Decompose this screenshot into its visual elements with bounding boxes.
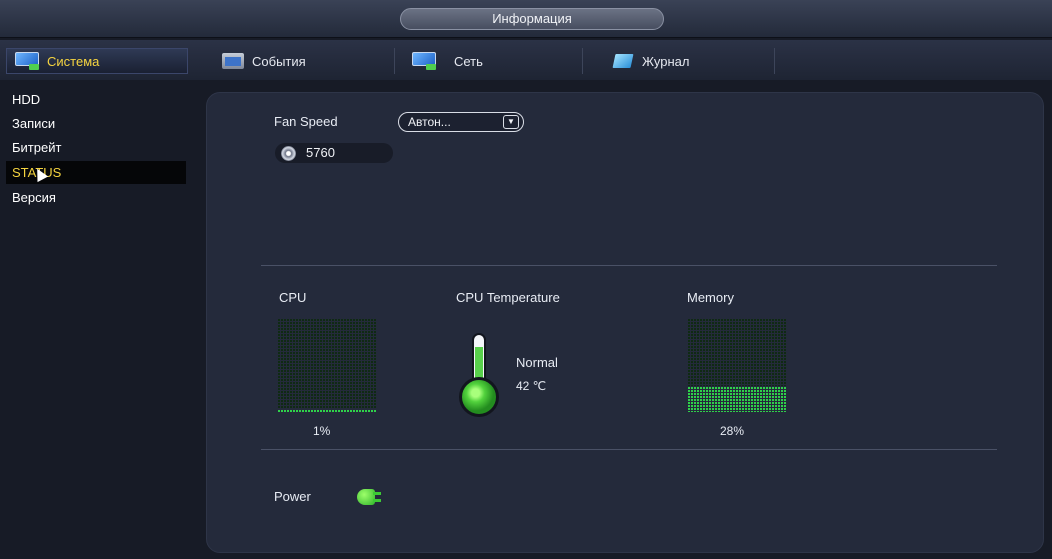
status-panel: Fan Speed Автон... ▼ 5760 CPU 1% CPU Tem… — [206, 92, 1044, 553]
sidebar-item-bitrate[interactable]: Битрейт — [6, 136, 186, 159]
fan-mode-select[interactable]: Автон... ▼ — [398, 112, 524, 132]
cpu-usage-fill — [277, 409, 377, 412]
monitor-icon — [15, 52, 39, 70]
tab-label: Система — [47, 53, 100, 69]
cpu-usage-percent: 1% — [313, 424, 331, 438]
chevron-down-icon[interactable]: ▼ — [503, 115, 519, 129]
cpu-usage-meter — [277, 318, 377, 412]
window-title: Информация — [400, 8, 664, 30]
tab-label: Сеть — [454, 53, 483, 69]
sidebar-item-records[interactable]: Записи — [6, 112, 186, 135]
tab-divider — [582, 48, 583, 74]
thermometer-icon — [455, 333, 503, 417]
divider — [261, 265, 997, 266]
top-tab-bar: Система События Сеть Журнал — [0, 40, 1052, 80]
tab-sistema[interactable]: Система — [6, 48, 188, 74]
tab-network[interactable]: Сеть — [412, 48, 483, 74]
tab-label: Журнал — [642, 53, 690, 69]
fan-rpm-readout: 5760 — [275, 143, 393, 163]
tab-label: События — [252, 53, 306, 69]
cpu-temperature-label: CPU Temperature — [456, 290, 560, 305]
sidebar-item-hdd[interactable]: HDD — [6, 88, 186, 111]
events-icon — [222, 53, 244, 69]
title-bar: Информация — [0, 0, 1052, 38]
fan-speed-label: Fan Speed — [274, 114, 338, 129]
power-plug-icon — [357, 489, 381, 505]
tab-events[interactable]: События — [222, 48, 306, 74]
network-icon — [412, 52, 436, 70]
fan-icon — [281, 145, 296, 161]
fan-rpm-value: 5760 — [306, 145, 335, 160]
log-icon — [612, 52, 634, 70]
tab-divider — [774, 48, 775, 74]
tab-divider — [394, 48, 395, 74]
cpu-temperature-state: Normal — [516, 355, 558, 370]
sidebar: HDD Записи Битрейт STATUS Версия — [0, 82, 192, 559]
memory-label: Memory — [687, 290, 734, 305]
memory-usage-meter — [687, 318, 787, 412]
divider — [261, 449, 997, 450]
cpu-label: CPU — [279, 290, 307, 305]
cpu-temperature-value: 42 ℃ — [516, 379, 547, 393]
sidebar-item-version[interactable]: Версия — [6, 186, 186, 209]
fan-mode-value: Автон... — [408, 115, 451, 129]
memory-usage-fill — [687, 385, 787, 412]
power-label: Power — [274, 489, 311, 504]
memory-usage-percent: 28% — [720, 424, 745, 438]
tab-log[interactable]: Журнал — [612, 48, 689, 74]
